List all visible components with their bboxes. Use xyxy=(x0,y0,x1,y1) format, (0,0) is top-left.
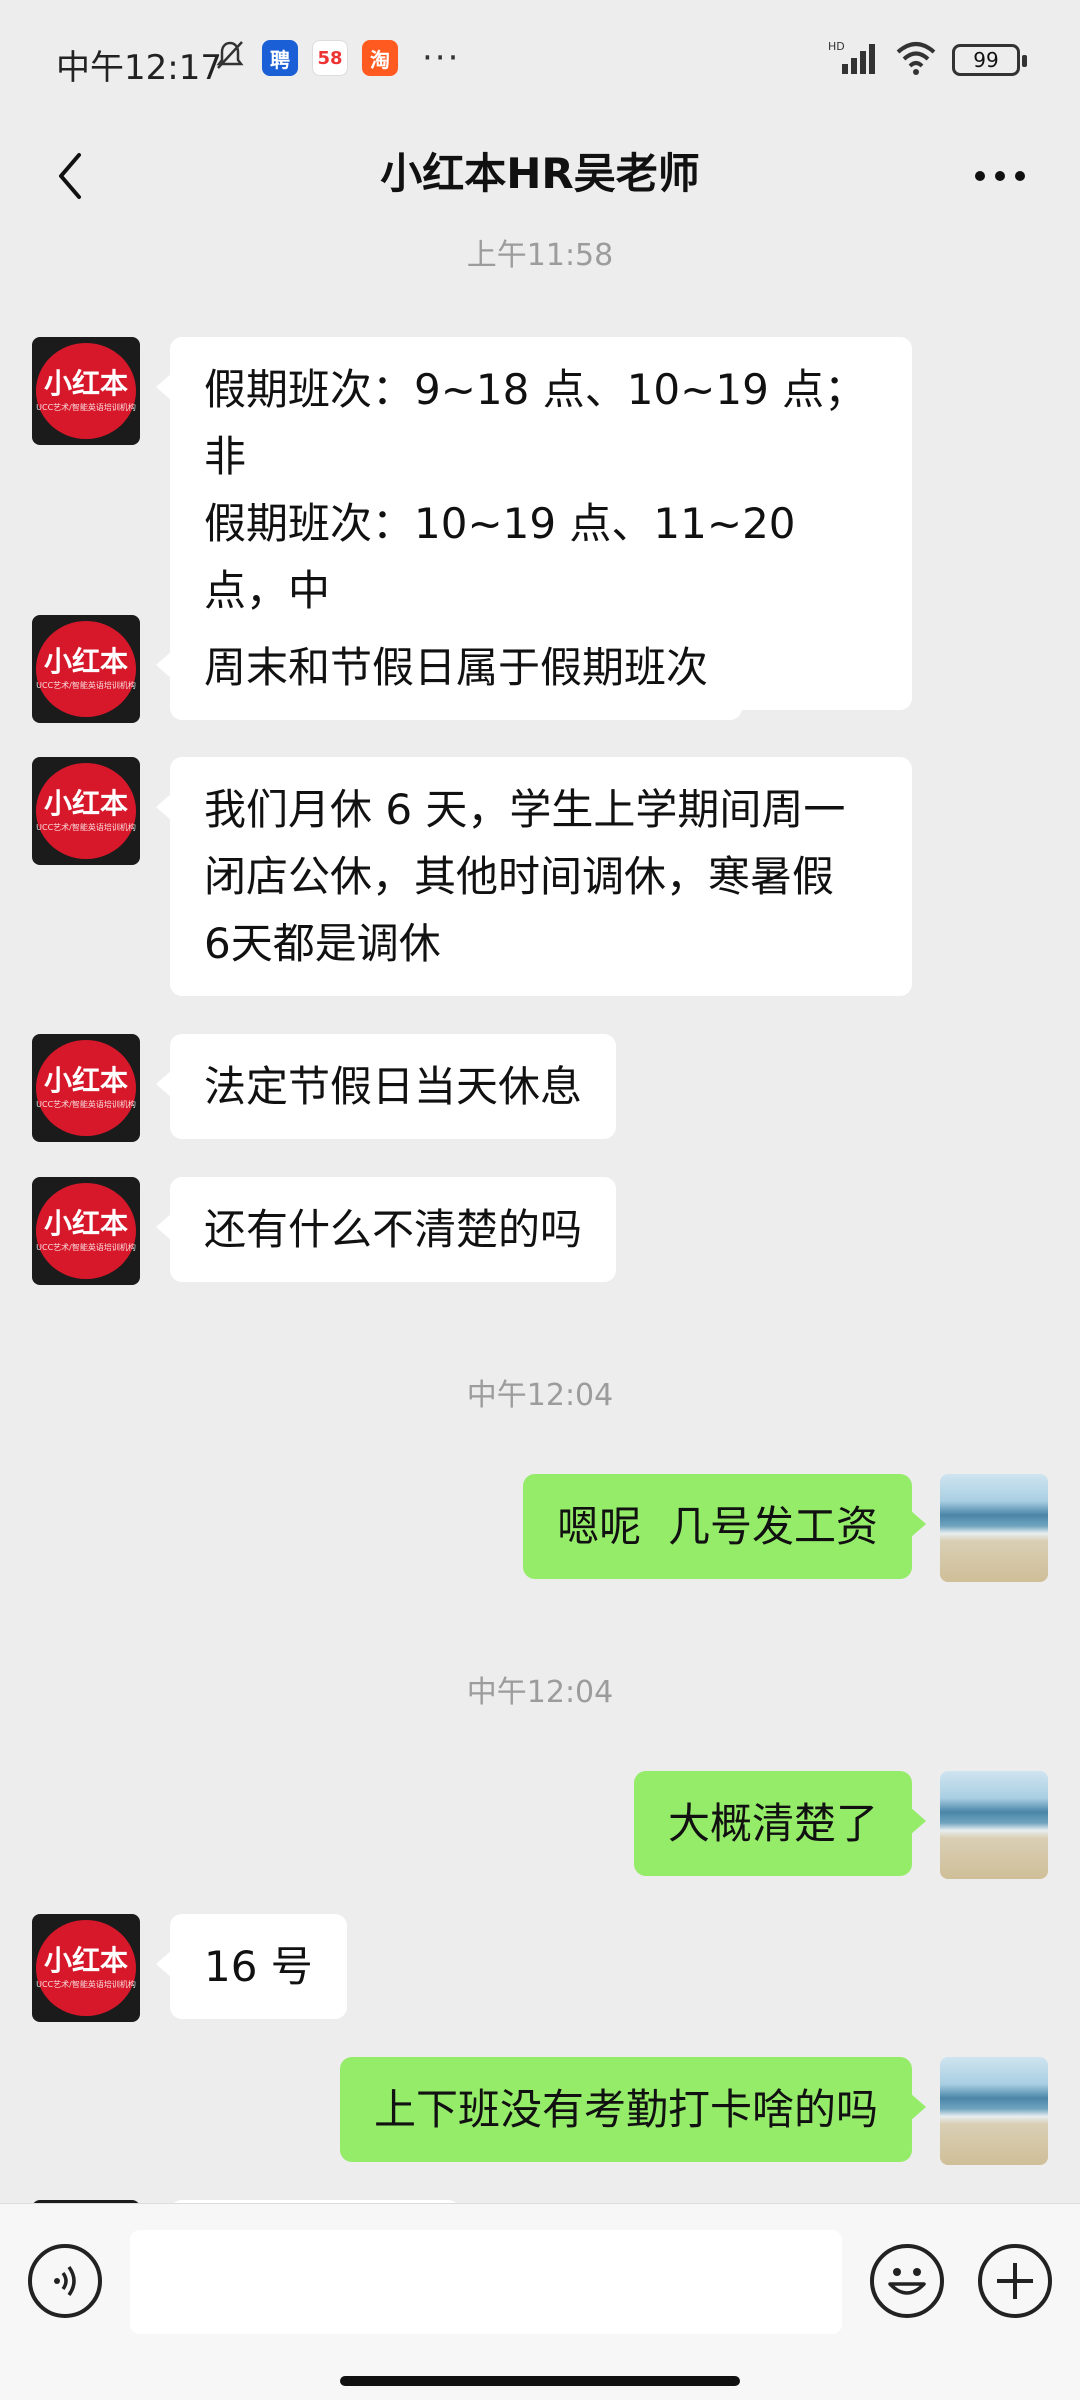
chat-message-list[interactable]: 上午11:58 小红本 UCC艺术/智能英语培训机构 假期班次：9~18 点、10… xyxy=(0,226,1080,2203)
incoming-message[interactable]: 还有什么不清楚的吗 xyxy=(155,1177,617,1282)
incoming-message[interactable]: 周末和节假日属于假期班次 xyxy=(155,615,743,720)
hr-avatar-logo-sub: UCC艺术/智能英语培训机构 xyxy=(36,402,136,412)
add-attachment-icon[interactable] xyxy=(978,2244,1052,2318)
message-input-bar xyxy=(0,2203,1080,2400)
timestamp: 中午12:04 xyxy=(466,1378,614,1413)
hr-avatar-logo: 小红本 xyxy=(43,786,128,820)
battery-icon: 99 xyxy=(952,44,1027,76)
voice-input-icon[interactable] xyxy=(28,2244,102,2318)
status-bar: 中午12:17 聘 58 淘 ··· HD 99 xyxy=(0,0,1080,126)
outgoing-message[interactable]: 嗯呢 几号发工资 xyxy=(523,1474,926,1579)
hr-avatar[interactable]: 小红本 UCC艺术/智能英语培训机构 xyxy=(32,757,140,865)
status-right-icons: HD 99 xyxy=(828,40,1027,80)
taobao-app-icon: 淘 xyxy=(362,40,398,76)
zhilian-app-icon: 聘 xyxy=(262,40,298,76)
chat-header: 小红本HR吴老师 xyxy=(0,126,1080,226)
home-indicator[interactable] xyxy=(340,2376,740,2386)
timestamp: 中午12:04 xyxy=(466,1675,614,1710)
more-notifications-icon: ··· xyxy=(422,38,461,78)
my-avatar[interactable] xyxy=(940,1771,1048,1879)
hr-avatar-logo-sub: UCC艺术/智能英语培训机构 xyxy=(36,1979,136,1989)
incoming-message[interactable]: 16 号 xyxy=(156,1914,347,2019)
timestamp: 上午11:58 xyxy=(466,238,614,273)
hr-avatar-logo: 小红本 xyxy=(43,1063,128,1097)
status-notification-icons: 聘 58 淘 ··· xyxy=(212,38,460,78)
more-options-icon[interactable] xyxy=(960,146,1040,206)
signal-icon: HD xyxy=(828,40,880,80)
my-avatar[interactable] xyxy=(940,1474,1048,1582)
hr-avatar-logo: 小红本 xyxy=(43,1943,128,1977)
58-app-icon: 58 xyxy=(312,40,348,76)
wifi-icon xyxy=(894,40,938,80)
hr-avatar[interactable]: 小红本 UCC艺术/智能英语培训机构 xyxy=(32,1177,140,1285)
svg-text:HD: HD xyxy=(828,40,845,53)
hr-avatar-logo: 小红本 xyxy=(43,366,128,400)
hr-avatar[interactable]: 小红本 UCC艺术/智能英语培训机构 xyxy=(32,1034,140,1142)
hr-avatar-logo: 小红本 xyxy=(43,1206,128,1240)
hr-avatar-logo-sub: UCC艺术/智能英语培训机构 xyxy=(36,680,136,690)
outgoing-message[interactable]: 大概清楚了 xyxy=(633,1771,927,1876)
status-time: 中午12:17 xyxy=(56,48,222,88)
hr-avatar-logo: 小红本 xyxy=(43,644,128,678)
incoming-message[interactable]: 我们月休 6 天，学生上学期间周一 闭店公休，其他时间调休，寒暑假 6天都是调休 xyxy=(156,757,912,996)
hr-avatar-logo-sub: UCC艺术/智能英语培训机构 xyxy=(36,822,136,832)
message-text-input[interactable] xyxy=(130,2230,842,2334)
hr-avatar-logo-sub: UCC艺术/智能英语培训机构 xyxy=(36,1242,136,1252)
emoji-icon[interactable] xyxy=(870,2244,944,2318)
incoming-message[interactable]: 法定节假日当天休息 xyxy=(155,1034,617,1139)
outgoing-message[interactable]: 上下班没有考勤打卡啥的吗 xyxy=(339,2057,927,2162)
my-avatar[interactable] xyxy=(940,2057,1048,2165)
chat-title: 小红本HR吴老师 xyxy=(380,149,700,198)
hr-avatar[interactable]: 小红本 UCC艺术/智能英语培训机构 xyxy=(32,1914,140,2022)
hr-avatar-logo-sub: UCC艺术/智能英语培训机构 xyxy=(36,1099,136,1109)
hr-avatar[interactable]: 小红本 UCC艺术/智能英语培训机构 xyxy=(32,615,140,723)
mute-bell-icon xyxy=(212,38,248,78)
hr-avatar[interactable]: 小红本 UCC艺术/智能英语培训机构 xyxy=(32,337,140,445)
